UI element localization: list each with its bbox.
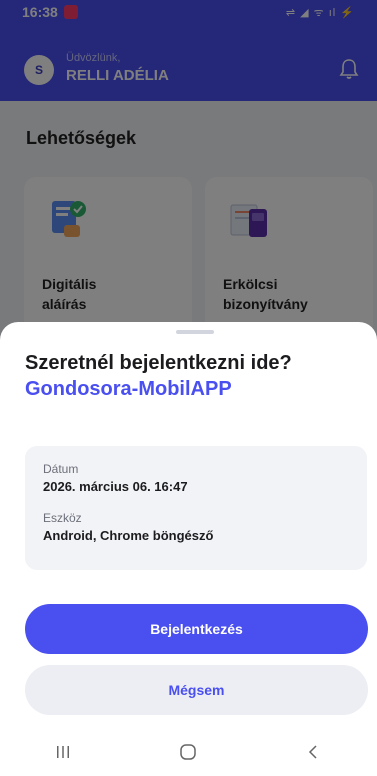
date-value: 2026. március 06. 16:47 (43, 479, 188, 494)
requesting-app-name: Gondosora-MobilAPP (25, 378, 232, 400)
back-icon (309, 745, 317, 759)
back-button[interactable] (284, 732, 344, 772)
login-confirmation-sheet: Szeretnél bejelentkezni ide? Gondosora-M… (0, 322, 377, 776)
login-details-box: Dátum 2026. március 06. 16:47 Eszköz And… (25, 446, 367, 570)
home-button[interactable] (158, 732, 218, 772)
date-label: Dátum (43, 462, 79, 476)
cancel-button[interactable]: Mégsem (25, 665, 368, 715)
device-value: Android, Chrome böngésző (43, 528, 214, 543)
system-navigation-bar (0, 728, 377, 776)
recents-button[interactable] (33, 732, 93, 772)
sheet-question: Szeretnél bejelentkezni ide? (25, 352, 292, 374)
recents-icon (56, 746, 69, 758)
login-button[interactable]: Bejelentkezés (25, 604, 368, 654)
home-icon (180, 744, 197, 760)
device-label: Eszköz (43, 511, 82, 525)
sheet-drag-handle[interactable] (176, 330, 214, 334)
